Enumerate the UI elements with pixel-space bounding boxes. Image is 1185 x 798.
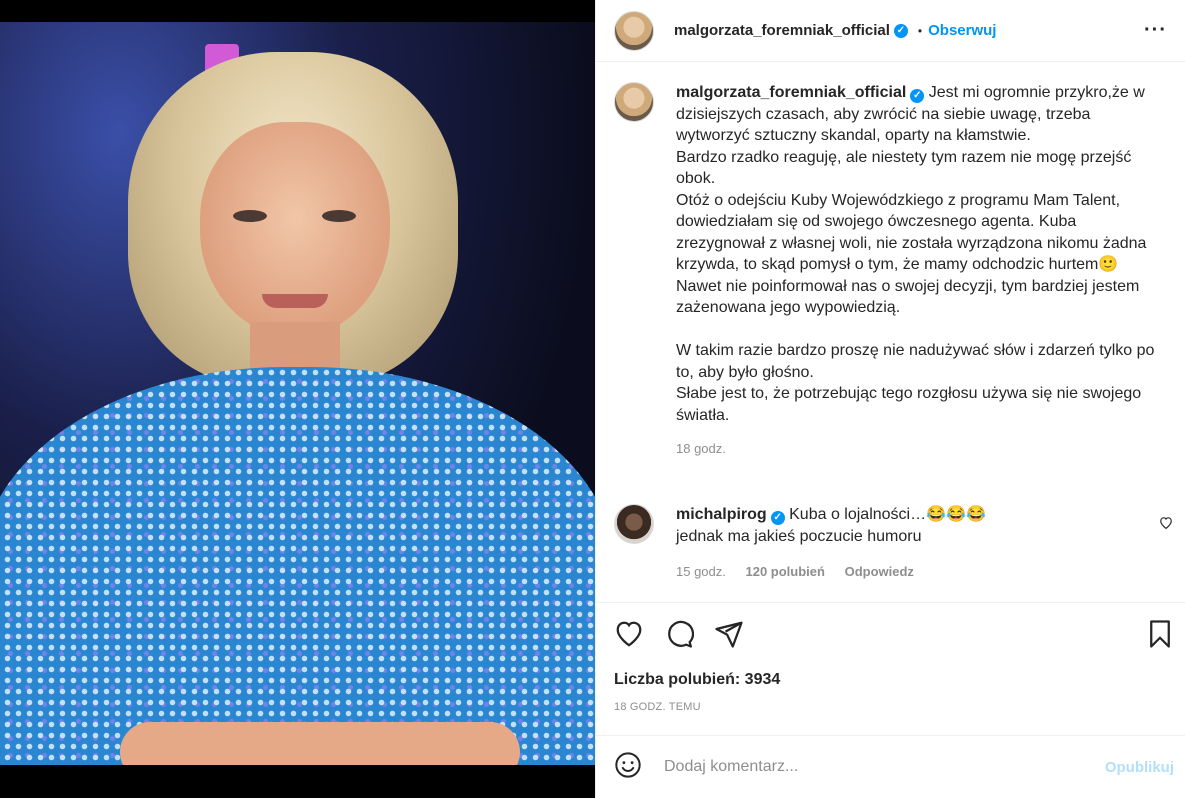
separator: • [917,23,923,38]
post-photo[interactable] [0,0,595,798]
caption-text: Jest mi ogromnie przykro,że w dzisiejszy… [676,84,1155,424]
commenter-avatar[interactable] [614,504,654,544]
add-comment-bar: Opublikuj [596,735,1185,798]
comment-input[interactable] [662,757,1105,777]
heart-icon[interactable] [614,619,644,649]
post-comment-button[interactable]: Opublikuj [1105,759,1174,776]
caption: malgorzata_foremniak_official ✓ Jest mi o… [614,82,1164,460]
comment-meta: 15 godz. 120 polubień Odpowiedz [676,561,1146,583]
photo-image [0,22,595,765]
more-options-icon[interactable]: ··· [1144,19,1167,42]
post-header: malgorzata_foremniak_official ✓ • Obserw… [596,0,1185,62]
author-avatar[interactable] [614,10,654,51]
bookmark-icon[interactable] [1145,619,1175,649]
actions-section: Liczba polubień: 3934 18 GODZ. TEMU Opub… [596,602,1185,798]
comment-icon[interactable] [664,619,695,649]
caption-time[interactable]: 18 godz. [676,438,1164,460]
reply-button[interactable]: Odpowiedz [845,564,914,579]
comment-likes[interactable]: 120 polubień [746,564,825,579]
comment-time[interactable]: 15 godz. [676,564,726,579]
emoji-icon[interactable] [614,751,642,784]
comments-section[interactable]: malgorzata_foremniak_official ✓ Jest mi o… [596,62,1185,602]
post-panel: malgorzata_foremniak_official ✓ • Obserw… [595,0,1185,798]
likes-count[interactable]: Liczba polubień: 3934 [614,671,780,689]
verified-badge-icon: ✓ [910,89,925,103]
follow-button[interactable]: Obserwuj [928,22,996,39]
commenter-username[interactable]: michalpirog [676,506,767,523]
author-username[interactable]: malgorzata_foremniak_official [674,22,890,39]
caption-username[interactable]: malgorzata_foremniak_official [676,84,906,101]
comment-item: michalpirog ✓ Kuba o lojalności…😂😂😂 jedna… [614,504,1146,583]
share-icon[interactable] [714,619,744,649]
post-timestamp[interactable]: 18 GODZ. TEMU [614,701,701,713]
heart-small-icon[interactable] [1159,516,1173,532]
verified-badge-icon: ✓ [893,23,908,38]
verified-badge-icon: ✓ [770,511,785,525]
caption-avatar[interactable] [614,82,654,122]
